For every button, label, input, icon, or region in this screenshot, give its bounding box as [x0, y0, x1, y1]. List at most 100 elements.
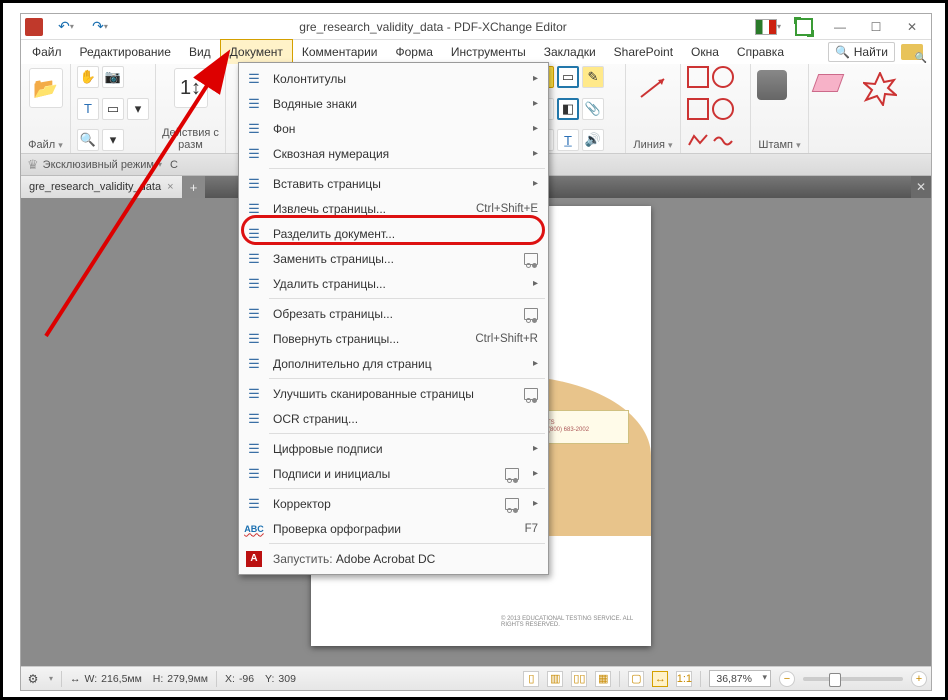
menu-tools[interactable]: Инструменты — [442, 40, 535, 64]
ribbon-group-view: ✋ 📷 T ▭ ▾ 🔍 ▾ — [71, 64, 156, 153]
menu-item-удалить-страницы-[interactable]: ☰Удалить страницы...▸ — [239, 271, 548, 296]
rect-shape-icon[interactable] — [687, 66, 709, 88]
menu-item-колонтитулы[interactable]: ☰Колонтитулы▸ — [239, 66, 548, 91]
cart-icon — [524, 308, 538, 320]
layout-two-cont-icon[interactable]: ▦ — [595, 671, 611, 687]
zoom-tool-icon[interactable]: 🔍 — [77, 129, 99, 151]
h-value: 279,9мм — [167, 673, 208, 685]
layout-single-icon[interactable]: ▯ — [523, 671, 539, 687]
layout-two-icon[interactable]: ▯▯ — [571, 671, 587, 687]
rect2-shape-icon[interactable] — [687, 98, 709, 120]
tabstrip-close-button[interactable]: ✕ — [911, 176, 931, 198]
fit-page-icon[interactable]: ▢ — [628, 671, 644, 687]
zoom-combo[interactable]: 36,87% — [709, 670, 771, 687]
menu-document[interactable]: Документ — [220, 39, 293, 64]
select-tool-icon[interactable]: ▭ — [102, 98, 124, 120]
menu-item-подписи-и-инициалы[interactable]: ☰Подписи и инициалы▸ — [239, 461, 548, 486]
more-tool-icon[interactable]: ▾ — [127, 98, 149, 120]
eraser-icon[interactable] — [812, 74, 845, 92]
line-tool-icon[interactable] — [636, 68, 670, 108]
close-button[interactable]: ✕ — [895, 16, 929, 38]
menu-item-проверка-орфографии[interactable]: ABCПроверка орфографииF7 — [239, 516, 548, 541]
menu-comments[interactable]: Комментарии — [293, 40, 387, 64]
menu-item-label: Фон — [273, 122, 519, 136]
menu-item-вставить-страницы[interactable]: ☰Вставить страницы▸ — [239, 171, 548, 196]
document-tab[interactable]: gre_research_validity_data × — [21, 176, 183, 198]
menu-form[interactable]: Форма — [386, 40, 441, 64]
hand-tool-icon[interactable]: ✋ — [77, 66, 99, 88]
menu-item-извлечь-страницы-[interactable]: ☰Извлечь страницы...Ctrl+Shift+E — [239, 196, 548, 221]
fit-actual-icon[interactable]: 1:1 — [676, 671, 692, 687]
menu-item-обрезать-страницы-[interactable]: ☰Обрезать страницы... — [239, 301, 548, 326]
fit-width-icon[interactable]: ↔ — [652, 671, 668, 687]
attach-icon[interactable]: 📎 — [582, 98, 604, 120]
ribbon-group-burst — [857, 64, 903, 153]
y-value: 309 — [278, 673, 296, 685]
note-icon[interactable]: ✎ — [582, 66, 604, 88]
language-button[interactable]: ▾ — [751, 16, 785, 38]
oval2-shape-icon[interactable] — [712, 98, 734, 120]
oval-shape-icon[interactable] — [712, 66, 734, 88]
menu-item-icon: ☰ — [243, 173, 265, 195]
menu-sharepoint[interactable]: SharePoint — [605, 40, 682, 64]
menu-item-улучшить-сканированные-страницы[interactable]: ☰Улучшить сканированные страницы — [239, 381, 548, 406]
page-logo-line2: 1 (800) 683-2002 — [543, 427, 625, 434]
search-folder-button[interactable] — [901, 44, 923, 60]
minimize-button[interactable]: — — [823, 16, 857, 38]
zoom-more-icon[interactable]: ▾ — [102, 129, 124, 151]
file-open-icon[interactable]: 📂 — [29, 68, 63, 108]
menu-item-ocr-страниц-[interactable]: ☰OCR страниц... — [239, 406, 548, 431]
find-button[interactable]: 🔍 Найти — [828, 42, 895, 62]
menu-item-повернуть-страницы-[interactable]: ☰Повернуть страницы...Ctrl+Shift+R — [239, 326, 548, 351]
typewriter-icon[interactable]: T̲ — [557, 129, 579, 151]
menu-item-цифровые-подписи[interactable]: ☰Цифровые подписи▸ — [239, 436, 548, 461]
stamp-icon[interactable] — [757, 70, 787, 100]
text-tool-icon[interactable]: T — [77, 98, 99, 120]
menu-item-label: Водяные знаки — [273, 97, 519, 111]
zoom-slider[interactable] — [803, 677, 903, 681]
redo-button[interactable]: ↷▾ — [85, 17, 115, 37]
ribbon-stamp-label: Штамп — [758, 139, 793, 151]
menu-view[interactable]: Вид — [180, 40, 220, 64]
menu-item-label: Повернуть страницы... — [273, 332, 467, 346]
zoom-out-button[interactable]: − — [779, 671, 795, 687]
undo-button[interactable]: ↶▾ — [51, 17, 81, 37]
menu-file[interactable]: Файл — [23, 40, 71, 64]
menu-item-заменить-страницы-[interactable]: ☰Заменить страницы... — [239, 246, 548, 271]
submenu-arrow-icon: ▸ — [533, 443, 538, 454]
app-frame: ↶▾ ↷▾ gre_research_validity_data - PDF-X… — [0, 0, 948, 700]
quick-access-toolbar: ↶▾ ↷▾ — [51, 17, 115, 37]
actions-icon[interactable]: 1↕ — [174, 68, 208, 108]
find-label: Найти — [854, 45, 888, 59]
menu-item-дополнительно-для-страниц[interactable]: ☰Дополнительно для страниц▸ — [239, 351, 548, 376]
options-gear-icon[interactable]: ⚙ — [25, 671, 41, 687]
snapshot-tool-icon[interactable]: 📷 — [102, 66, 124, 88]
ribbon-group-actions: 1↕ Действия с разм — [156, 64, 226, 153]
menubar: Файл Редактирование Вид Документ Коммент… — [21, 40, 931, 64]
menu-item-разделить-документ-[interactable]: ☰Разделить документ... — [239, 221, 548, 246]
menu-edit[interactable]: Редактирование — [71, 40, 180, 64]
tab-add-button[interactable]: + — [183, 176, 205, 198]
zoom-in-button[interactable]: + — [911, 671, 927, 687]
textbox-icon[interactable]: ▭ — [557, 66, 579, 88]
mode-content-label: С — [170, 159, 178, 171]
menu-item-водяные-знаки[interactable]: ☰Водяные знаки▸ — [239, 91, 548, 116]
menu-item-adobe-acrobat-dc[interactable]: AЗапустить: Adobe Acrobat DC — [239, 546, 548, 571]
menu-item-icon: ☰ — [243, 438, 265, 460]
burst-shape-icon[interactable] — [863, 72, 897, 106]
ribbon-file-label: Файл — [28, 139, 55, 151]
menu-item-фон[interactable]: ☰Фон▸ — [239, 116, 548, 141]
menu-help[interactable]: Справка — [728, 40, 793, 64]
callout-icon[interactable]: ◧ — [557, 98, 579, 120]
ribbon-group-shapes — [681, 64, 751, 153]
menu-item-корректор[interactable]: ☰Корректор▸ — [239, 491, 548, 516]
fit-screen-button[interactable] — [787, 16, 821, 38]
maximize-button[interactable]: ☐ — [859, 16, 893, 38]
status-coords: X: -96 Y: 309 — [225, 673, 296, 685]
menu-bookmarks[interactable]: Закладки — [535, 40, 605, 64]
sound-icon[interactable]: 🔊 — [582, 129, 604, 151]
menu-item-сквозная-нумерация[interactable]: ☰Сквозная нумерация▸ — [239, 141, 548, 166]
layout-cont-icon[interactable]: ▥ — [547, 671, 563, 687]
tab-close-icon[interactable]: × — [167, 181, 173, 193]
menu-windows[interactable]: Окна — [682, 40, 728, 64]
